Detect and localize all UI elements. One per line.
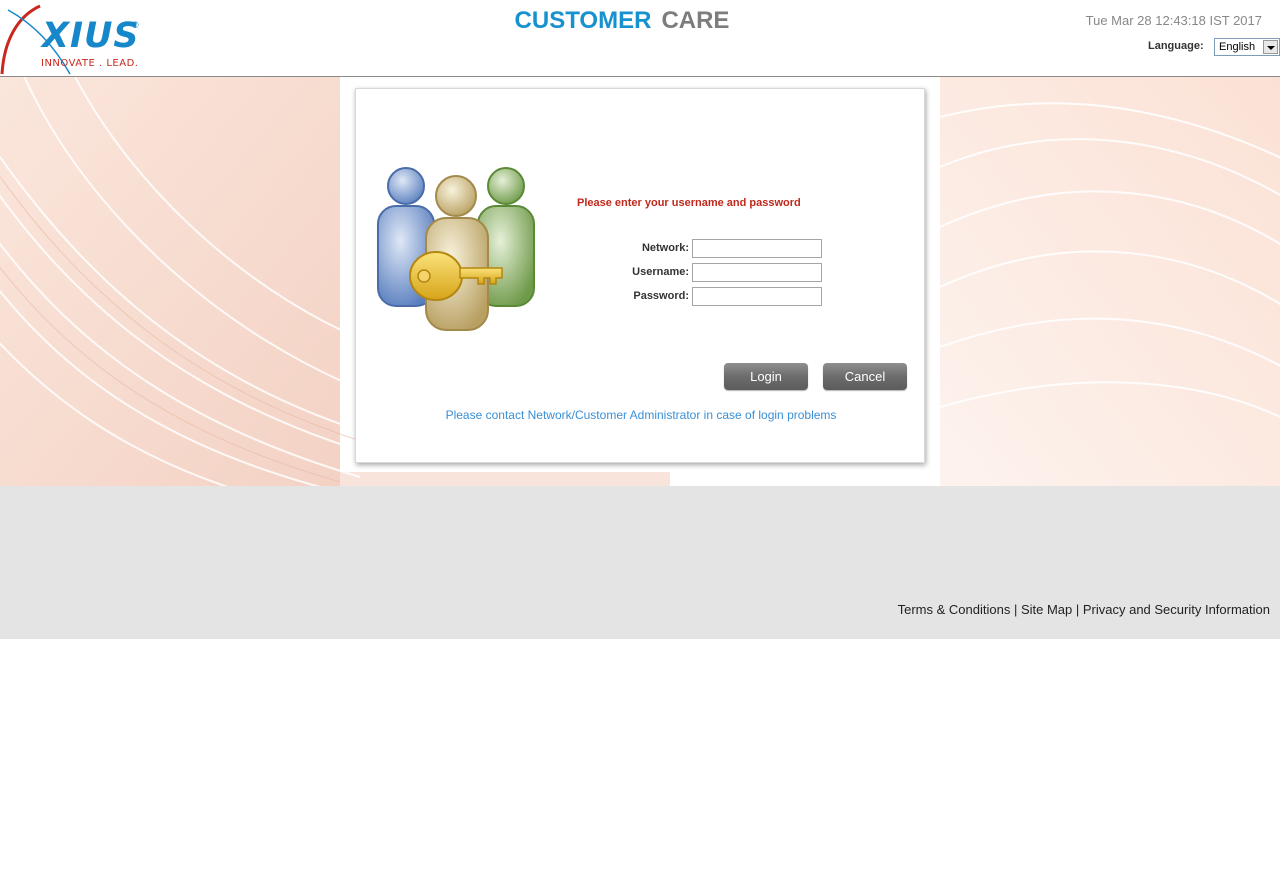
- chevron-down-icon[interactable]: [1263, 40, 1278, 54]
- network-input[interactable]: [692, 239, 822, 258]
- page-footer: Terms & Conditions | Site Map | Privacy …: [0, 486, 1280, 639]
- current-datetime: Tue Mar 28 12:43:18 IST 2017: [1085, 13, 1262, 28]
- logo-tagline: INNOVATE . LEAD.: [41, 58, 139, 69]
- privacy-link[interactable]: Privacy and Security Information: [1083, 602, 1270, 617]
- login-prompt: Please enter your username and password: [577, 197, 801, 209]
- app-title: CUSTOMER CARE: [0, 7, 1244, 35]
- language-label: Language:: [1148, 40, 1204, 52]
- login-panel: Please enter your username and password …: [355, 88, 925, 463]
- language-select[interactable]: English: [1214, 38, 1280, 56]
- app-title-care: CARE: [661, 7, 730, 34]
- contact-admin-note: Please contact Network/Customer Administ…: [445, 408, 837, 422]
- cancel-button[interactable]: Cancel: [823, 363, 907, 390]
- footer-separator: |: [1072, 602, 1083, 617]
- footer-links: Terms & Conditions | Site Map | Privacy …: [898, 602, 1270, 617]
- footer-separator: |: [1010, 602, 1021, 617]
- terms-link[interactable]: Terms & Conditions: [898, 602, 1011, 617]
- username-input[interactable]: [692, 263, 822, 282]
- language-selected-value: English: [1219, 41, 1256, 53]
- password-label: Password:: [633, 290, 689, 302]
- password-input[interactable]: [692, 287, 822, 306]
- network-label: Network:: [641, 242, 689, 254]
- app-title-customer: CUSTOMER: [514, 7, 652, 34]
- username-label: Username:: [632, 266, 689, 278]
- login-button[interactable]: Login: [724, 363, 808, 390]
- site-map-link[interactable]: Site Map: [1021, 602, 1072, 617]
- users-key-icon: [377, 167, 535, 331]
- page-header: XIUS ® INNOVATE . LEAD. CUSTOMER CARE Tue…: [0, 0, 1280, 77]
